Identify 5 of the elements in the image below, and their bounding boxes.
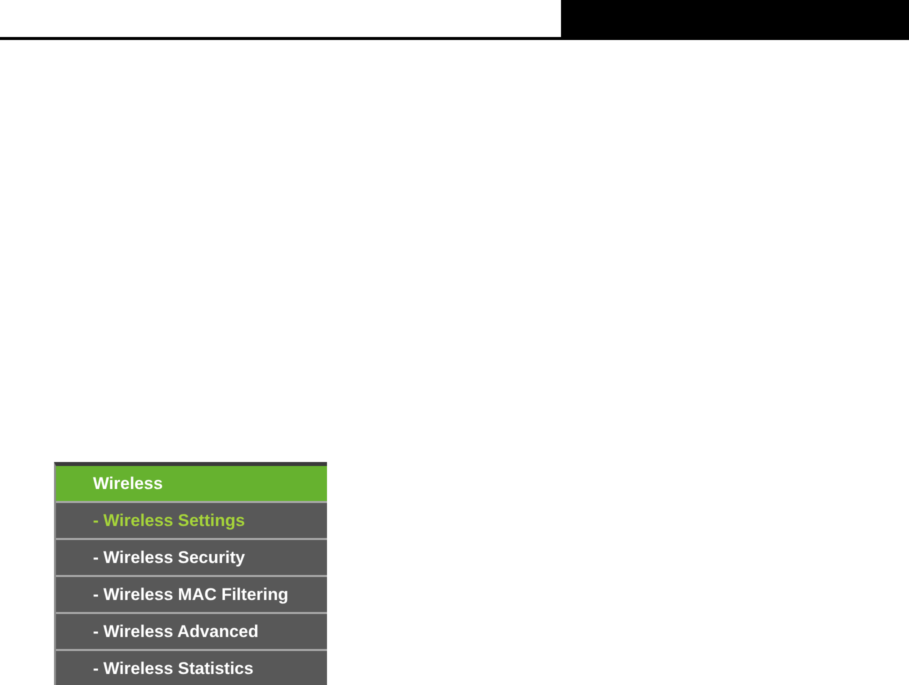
menu-item[interactable]: - Wireless Security — [56, 540, 327, 575]
menu-item[interactable]: - Wireless Settings — [56, 503, 327, 538]
menu-item[interactable]: - Wireless Advanced — [56, 614, 327, 649]
menu-item[interactable]: - Wireless MAC Filtering — [56, 577, 327, 612]
menu-item[interactable]: - Wireless Statistics — [56, 651, 327, 685]
